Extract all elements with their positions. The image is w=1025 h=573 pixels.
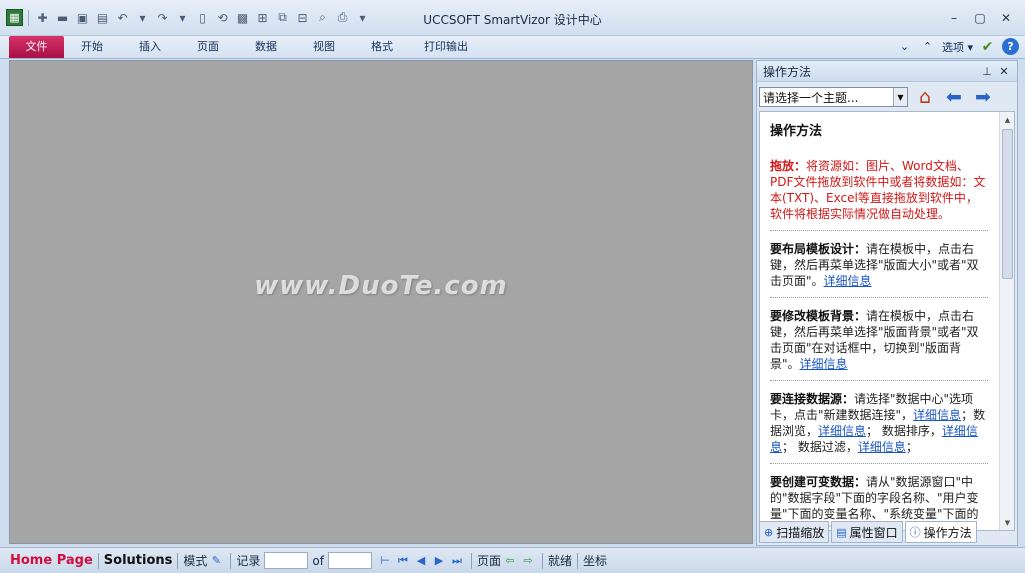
- page-back-icon[interactable]: ⇦: [501, 552, 519, 569]
- fit-width-icon[interactable]: ⊢: [376, 552, 394, 569]
- ribbon-right-controls: ⌄ ⌃ 选项 ▾ ✔ ?: [896, 38, 1019, 55]
- dropdown-arrow-icon[interactable]: ▼: [893, 88, 907, 106]
- back-arrow-icon[interactable]: ⬅: [942, 86, 966, 108]
- help-block-title: 要创建可变数据：: [770, 475, 867, 489]
- help-block-text: ；: [905, 440, 918, 454]
- chevron-down-icon[interactable]: ⌄: [896, 38, 913, 55]
- home-icon[interactable]: ⌂: [913, 86, 937, 108]
- tab-label: 操作方法: [923, 525, 972, 540]
- status-separator: [577, 552, 579, 569]
- tab-label: 属性窗口: [849, 525, 898, 540]
- status-separator: [97, 552, 99, 569]
- ribbon-tabs: 文件 开始 插入 页面 数据 视图 格式 打印输出 ⌄ ⌃ 选项 ▾ ✔ ?: [0, 36, 1025, 59]
- mode-label[interactable]: 模式: [183, 552, 207, 569]
- panel-tabs: ⊕ 扫描缩放 ▤ 属性窗口 ⓘ 操作方法: [759, 521, 1015, 543]
- status-bar: Home Page Solutions 模式 ✎ 记录 of ⊢ ⏮ ◀ ▶ ⏭…: [0, 547, 1025, 573]
- close-icon[interactable]: ✕: [995, 9, 1017, 27]
- page-label: 页面: [477, 554, 502, 568]
- tab-data[interactable]: 数据: [242, 36, 290, 58]
- help-block-title: 要修改模板背景：: [770, 309, 867, 323]
- pin-icon[interactable]: ⊥: [980, 64, 994, 78]
- status-separator: [471, 552, 472, 569]
- record-total-input[interactable]: [328, 552, 372, 569]
- help-block-title: 要布局模板设计：: [770, 242, 867, 256]
- tab-properties[interactable]: ▤ 属性窗口: [831, 521, 903, 543]
- checkmark-icon[interactable]: ✔: [979, 38, 996, 55]
- window-title: UCCSOFT SmartVizor 设计中心: [423, 13, 602, 27]
- maximize-icon[interactable]: ▢: [969, 9, 991, 27]
- tab-how-to[interactable]: ⓘ 操作方法: [904, 521, 977, 543]
- details-link[interactable]: 详细信息: [913, 408, 961, 422]
- last-page-icon[interactable]: ⏭: [448, 552, 466, 569]
- help-scrollbar[interactable]: ▲ ▼: [999, 112, 1014, 530]
- details-link[interactable]: 详细信息: [818, 424, 866, 438]
- tab-file[interactable]: 文件: [9, 36, 64, 58]
- tab-page[interactable]: 页面: [184, 36, 232, 58]
- panel-close-icon[interactable]: ✕: [997, 64, 1011, 78]
- minimize-icon[interactable]: –: [943, 9, 965, 27]
- record-label: 记录: [236, 554, 261, 568]
- properties-icon: ▤: [836, 525, 847, 539]
- window-controls: – ▢ ✕: [943, 9, 1017, 27]
- help-block-text: ； 数据排序，: [866, 424, 942, 438]
- how-to-panel: 操作方法 ⊥ ✕ 请选择一个主题... ▼ ⌂ ⬅ ➡ 操作方法 拖放：将资源如…: [756, 60, 1018, 546]
- options-label: 选项: [941, 40, 964, 54]
- tab-label: 扫描缩放: [776, 525, 825, 540]
- of-label: of: [312, 553, 324, 568]
- home-page-link[interactable]: Home Page: [10, 553, 93, 568]
- title-bar: ▦ ✚ ▬ ▣ ▤ ↶ ▾ ↷ ▾ ▯ ⟲ ▩ ⊞ ⧉ ⊟ ⌕ ⎙ ▾ UCCS…: [0, 0, 1025, 36]
- help-block-title: 拖放：: [770, 159, 807, 173]
- info-icon: ⓘ: [909, 526, 921, 539]
- scroll-thumb[interactable]: [1002, 129, 1013, 279]
- coords-status: 坐标: [583, 554, 608, 568]
- help-block-title: 要连接数据源：: [770, 392, 855, 406]
- prev-page-icon[interactable]: ◀: [412, 552, 430, 569]
- tab-view[interactable]: 视图: [300, 36, 348, 58]
- help-block-text: ； 数据过滤，: [782, 440, 858, 454]
- design-canvas[interactable]: www.DuoTe.com: [9, 60, 753, 544]
- tab-scan-zoom[interactable]: ⊕ 扫描缩放: [759, 521, 830, 543]
- details-link[interactable]: 详细信息: [824, 274, 872, 288]
- help-block-datasource: 要连接数据源：请选择"数据中心"选项卡，点击"新建数据连接"，详细信息；数据浏览…: [770, 391, 988, 464]
- forward-arrow-icon[interactable]: ➡: [971, 86, 995, 108]
- chevron-up-icon[interactable]: ⌃: [919, 38, 936, 55]
- details-link[interactable]: 详细信息: [858, 440, 906, 454]
- panel-title: 操作方法: [763, 64, 812, 79]
- topic-row: 请选择一个主题... ▼ ⌂ ⬅ ➡: [759, 85, 1015, 109]
- status-separator: [542, 552, 544, 569]
- panel-header: 操作方法 ⊥ ✕: [757, 61, 1017, 82]
- next-page-icon[interactable]: ▶: [430, 552, 448, 569]
- watermark: www.DuoTe.com: [254, 271, 508, 301]
- help-block-layout: 要布局模板设计：请在模板中，点击右键，然后再菜单选择"版面大小"或者"双击页面"…: [770, 241, 988, 298]
- topic-select[interactable]: 请选择一个主题... ▼: [759, 87, 908, 107]
- scroll-up-icon[interactable]: ▲: [1000, 112, 1014, 127]
- tab-format[interactable]: 格式: [358, 36, 406, 58]
- help-block-background: 要修改模板背景：请在模板中，点击右键，然后再菜单选择"版面背景"或者"双击页面"…: [770, 308, 988, 381]
- tab-print-output[interactable]: 打印输出: [416, 36, 476, 58]
- status-separator: [230, 552, 232, 569]
- ready-status: 就绪: [548, 554, 573, 568]
- edit-mode-icon[interactable]: ✎: [207, 552, 225, 569]
- help-content: 操作方法 拖放：将资源如：图片、Word文档、PDF文件拖放到软件中或者将数据如…: [759, 111, 1015, 531]
- topic-select-value: 请选择一个主题...: [763, 90, 859, 105]
- help-icon[interactable]: ?: [1002, 38, 1019, 55]
- help-block-drag: 拖放：将资源如：图片、Word文档、PDF文件拖放到软件中或者将数据如：文本(T…: [770, 158, 988, 231]
- options-menu[interactable]: 选项 ▾: [942, 39, 973, 55]
- page-forward-icon[interactable]: ⇨: [519, 552, 537, 569]
- zoom-icon: ⊕: [764, 525, 774, 539]
- status-separator: [177, 552, 179, 569]
- record-input[interactable]: [264, 552, 309, 569]
- help-document: 操作方法 拖放：将资源如：图片、Word文档、PDF文件拖放到软件中或者将数据如…: [770, 124, 988, 530]
- first-page-icon[interactable]: ⏮: [394, 552, 412, 569]
- solutions-link[interactable]: Solutions: [104, 553, 173, 568]
- tab-insert[interactable]: 插入: [126, 36, 174, 58]
- tab-start[interactable]: 开始: [68, 36, 116, 58]
- help-heading: 操作方法: [770, 124, 823, 139]
- details-link[interactable]: 详细信息: [800, 357, 848, 371]
